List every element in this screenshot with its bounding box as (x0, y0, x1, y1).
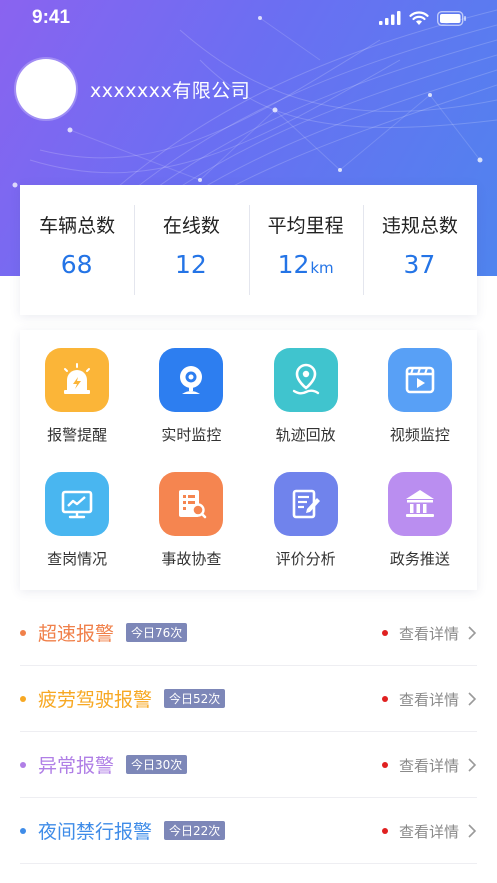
view-details-label: 查看详情 (398, 690, 459, 709)
unread-dot (381, 762, 388, 768)
alert-title: 疲劳驾驶报警 (38, 689, 153, 711)
alert-count-badge: 今日30次 (126, 755, 188, 774)
menu-label: 事故协查 (161, 550, 222, 568)
stat-value: 68 (60, 250, 93, 279)
stat-label: 违规总数 (381, 215, 458, 237)
menu-realtime-monitor[interactable]: 实时监控 (134, 338, 248, 462)
cellular-signal-icon (379, 11, 401, 25)
view-details-label: 查看详情 (398, 624, 459, 643)
profile: xxxxxxx有限公司 (16, 58, 250, 120)
unread-dot (381, 630, 388, 636)
stat-value: 12 (174, 250, 207, 279)
document-edit-icon (273, 472, 338, 536)
view-details-label: 查看详情 (398, 822, 459, 841)
battery-icon (437, 10, 466, 26)
alert-row-speeding[interactable]: 超速报警 今日76次 查看详情 (20, 600, 477, 666)
avatar[interactable] (16, 59, 76, 119)
view-details-link[interactable]: 查看详情 (381, 798, 477, 864)
stat-average-mileage[interactable]: 平均里程 12km (248, 205, 363, 295)
government-building-icon (387, 472, 452, 536)
menu-government-push[interactable]: 政务推送 (363, 462, 477, 586)
status-icons (379, 9, 467, 27)
menu-post-check[interactable]: 查岗情况 (20, 462, 134, 586)
menu-label: 报警提醒 (47, 426, 108, 444)
bullet-dot (20, 827, 26, 834)
webcam-icon (159, 348, 224, 412)
stat-online-count[interactable]: 在线数 12 (134, 205, 248, 295)
view-details-link[interactable]: 查看详情 (381, 666, 477, 732)
alert-count-badge: 今日22次 (164, 821, 226, 840)
stat-violation-total[interactable]: 违规总数 37 (362, 205, 477, 295)
menu-accident-investigation[interactable]: 事故协查 (134, 462, 248, 586)
stat-label: 车辆总数 (39, 215, 116, 237)
menu-track-playback[interactable]: 轨迹回放 (249, 338, 363, 462)
menu-evaluation-analysis[interactable]: 评价分析 (249, 462, 363, 586)
alert-count-badge: 今日52次 (164, 689, 226, 708)
menu-label: 查岗情况 (47, 550, 108, 568)
alert-count-badge: 今日76次 (126, 623, 188, 642)
bullet-dot (20, 695, 26, 702)
alert-title: 夜间禁行报警 (38, 821, 153, 843)
stats-card: 车辆总数 68 在线数 12 平均里程 12km 违规总数 37 (20, 185, 477, 315)
status-bar: 9:41 (0, 0, 497, 36)
view-details-link[interactable]: 查看详情 (381, 732, 477, 798)
chevron-right-icon (468, 824, 477, 838)
bullet-dot (20, 761, 26, 768)
bullet-dot (20, 629, 26, 636)
chevron-right-icon (468, 692, 477, 706)
alert-row-abnormal[interactable]: 异常报警 今日30次 查看详情 (20, 732, 477, 798)
menu-label: 实时监控 (161, 426, 222, 444)
alert-title: 超速报警 (38, 623, 115, 645)
status-time: 9:41 (32, 7, 71, 28)
menu-alarm-reminder[interactable]: 报警提醒 (20, 338, 134, 462)
document-search-icon (159, 472, 224, 536)
wifi-icon (409, 10, 429, 25)
menu-label: 视频监控 (389, 426, 450, 444)
video-player-icon (387, 348, 452, 412)
menu-label: 政务推送 (389, 550, 450, 568)
alert-title: 异常报警 (38, 755, 115, 777)
alarm-light-icon (45, 348, 110, 412)
chevron-right-icon (468, 758, 477, 772)
stat-value: 37 (403, 250, 436, 279)
menu-label: 轨迹回放 (275, 426, 336, 444)
view-details-link[interactable]: 查看详情 (381, 600, 477, 666)
chevron-right-icon (468, 626, 477, 640)
stat-label: 平均里程 (267, 215, 344, 237)
stat-value: 12km (277, 250, 334, 279)
menu-label: 评价分析 (275, 550, 336, 568)
unread-dot (381, 828, 388, 834)
location-route-icon (273, 348, 338, 412)
alert-list: 超速报警 今日76次 查看详情 疲劳驾驶报警 今日52次 查看详情 异常报警 今… (20, 600, 477, 864)
unread-dot (381, 696, 388, 702)
view-details-label: 查看详情 (398, 756, 459, 775)
monitor-chart-icon (45, 472, 110, 536)
menu-video-monitor[interactable]: 视频监控 (363, 338, 477, 462)
function-menu: 报警提醒 实时监控 轨迹回放 视频监控 查岗情况 事故协查 评价分析 政务推送 (20, 330, 477, 590)
company-name: xxxxxxx有限公司 (90, 79, 251, 102)
alert-row-night-ban[interactable]: 夜间禁行报警 今日22次 查看详情 (20, 798, 477, 864)
stat-unit: km (310, 259, 334, 277)
stat-label: 在线数 (162, 215, 220, 237)
stat-vehicle-total[interactable]: 车辆总数 68 (20, 205, 134, 295)
alert-row-fatigue-driving[interactable]: 疲劳驾驶报警 今日52次 查看详情 (20, 666, 477, 732)
